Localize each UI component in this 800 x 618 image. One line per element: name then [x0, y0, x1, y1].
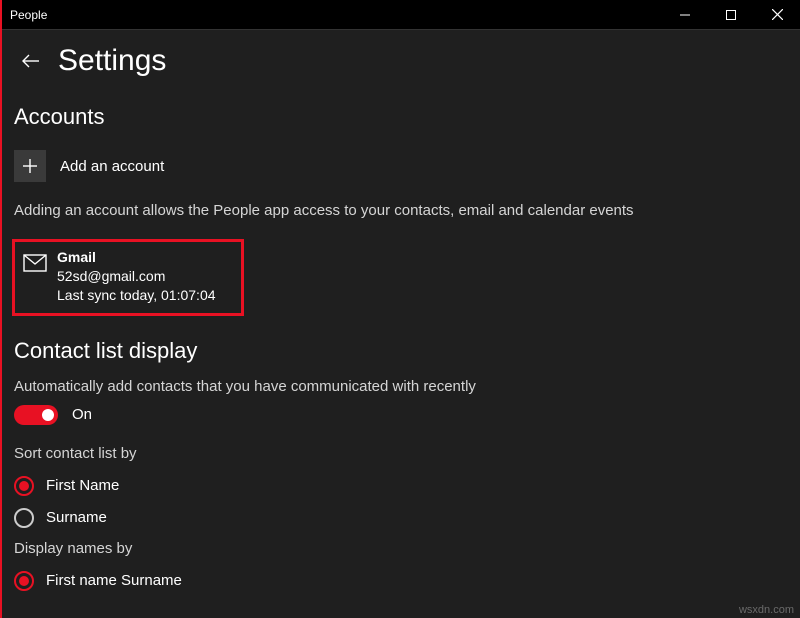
back-button[interactable] — [14, 44, 48, 78]
radio-icon — [14, 476, 34, 496]
auto-add-state-label: On — [72, 406, 92, 423]
radio-icon — [14, 571, 34, 591]
minimize-button[interactable] — [662, 0, 708, 29]
radio-icon — [14, 508, 34, 528]
account-details: Gmail 52sd@gmail.com Last sync today, 01… — [57, 248, 237, 305]
sort-radio-surname[interactable]: Surname — [2, 502, 800, 534]
close-button[interactable] — [754, 0, 800, 29]
display-names-radio-first-surname[interactable]: First name Surname — [2, 565, 800, 597]
account-item-gmail[interactable]: Gmail 52sd@gmail.com Last sync today, 01… — [12, 239, 244, 316]
account-email: 52sd@gmail.com — [57, 267, 237, 286]
titlebar: People — [2, 0, 800, 30]
toggle-knob — [42, 409, 54, 421]
content-area: Settings Accounts Add an account Adding … — [2, 30, 800, 618]
window-controls — [662, 0, 800, 29]
watermark: wsxdn.com — [739, 604, 794, 616]
contact-display-heading: Contact list display — [2, 334, 800, 368]
add-account-label: Add an account — [60, 158, 164, 175]
plus-icon — [14, 150, 46, 182]
maximize-button[interactable] — [708, 0, 754, 29]
accounts-heading: Accounts — [2, 100, 800, 134]
radio-label: First name Surname — [46, 572, 182, 589]
account-sync-status: Last sync today, 01:07:04 — [57, 286, 237, 305]
auto-add-toggle[interactable] — [14, 405, 58, 425]
sort-radio-firstname[interactable]: First Name — [2, 470, 800, 502]
display-names-label: Display names by — [2, 534, 800, 565]
window-title: People — [10, 8, 662, 22]
auto-add-description: Automatically add contacts that you have… — [2, 368, 800, 405]
auto-add-toggle-row: On — [2, 405, 800, 439]
mail-icon — [21, 254, 49, 272]
accounts-help-text: Adding an account allows the People app … — [2, 196, 800, 231]
radio-label: Surname — [46, 509, 107, 526]
page-header: Settings — [2, 30, 800, 100]
page-title: Settings — [58, 44, 166, 78]
sort-by-label: Sort contact list by — [2, 439, 800, 470]
add-account-button[interactable]: Add an account — [2, 134, 800, 196]
account-name: Gmail — [57, 248, 237, 267]
radio-label: First Name — [46, 477, 119, 494]
